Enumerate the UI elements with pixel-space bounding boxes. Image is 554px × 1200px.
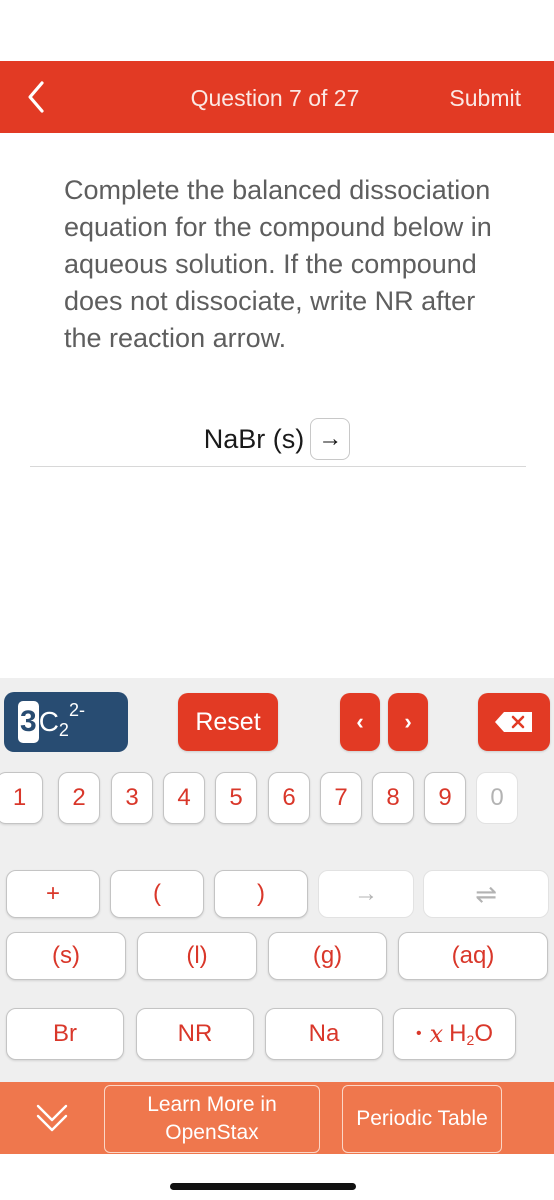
- hydrate-x: x: [429, 1020, 444, 1048]
- key-element-na[interactable]: Na: [265, 1008, 383, 1060]
- key-state-gas[interactable]: (g): [268, 932, 387, 980]
- key-element-br[interactable]: Br: [6, 1008, 124, 1060]
- collapse-keyboard-button[interactable]: [0, 1082, 104, 1154]
- hydrate-o: O: [474, 1020, 493, 1047]
- key-digit-9[interactable]: 9: [424, 772, 466, 824]
- key-open-paren[interactable]: (: [110, 870, 204, 918]
- chemistry-keyboard: 3 C 2 2- Reset ‹ › 1 2 3 4 5 6 7 8 9 0 +…: [0, 678, 554, 1082]
- key-digit-3[interactable]: 3: [111, 772, 153, 824]
- submit-button[interactable]: Submit: [449, 85, 521, 112]
- key-plus[interactable]: +: [6, 870, 100, 918]
- delete-button[interactable]: [478, 693, 550, 751]
- answer-input[interactable]: →: [310, 418, 351, 460]
- learn-more-openstax-button[interactable]: Learn More in OpenStax: [104, 1085, 320, 1153]
- periodic-table-button[interactable]: Periodic Table: [342, 1085, 502, 1153]
- key-state-solid[interactable]: (s): [6, 932, 126, 980]
- hydrate-sub: 2: [466, 1032, 475, 1048]
- key-digit-6[interactable]: 6: [268, 772, 310, 824]
- key-digit-1[interactable]: 1: [0, 772, 43, 824]
- home-indicator[interactable]: [170, 1183, 356, 1190]
- charge-element: C: [38, 706, 59, 737]
- key-nr[interactable]: NR: [136, 1008, 254, 1060]
- key-digit-7[interactable]: 7: [320, 772, 362, 824]
- question-counter-text: Question 7 of 27: [190, 85, 360, 111]
- double-chevron-down-icon: [36, 1104, 68, 1132]
- charge-digit: 3: [18, 701, 39, 743]
- key-digit-8[interactable]: 8: [372, 772, 414, 824]
- key-hydrate[interactable]: • x H 2 O: [393, 1008, 516, 1060]
- charge-preview-button[interactable]: 3 C 2 2-: [4, 692, 128, 752]
- key-state-liquid[interactable]: (l): [137, 932, 257, 980]
- hydrate-h: H: [449, 1020, 467, 1047]
- bottom-toolbar: Learn More in OpenStax Periodic Table: [0, 1082, 554, 1154]
- learn-more-line1: Learn More in: [147, 1093, 277, 1116]
- backspace-icon: [495, 712, 532, 732]
- key-close-paren[interactable]: ): [214, 870, 308, 918]
- header-bar: Question 7 of 27 Submit: [0, 61, 554, 133]
- divider: [30, 466, 526, 467]
- key-digit-4[interactable]: 4: [163, 772, 205, 824]
- charge-superscript: 2-: [68, 699, 85, 720]
- hydrate-dot: •: [416, 1025, 422, 1042]
- charge-subscript: 2: [58, 719, 69, 740]
- key-state-aqueous[interactable]: (aq): [398, 932, 548, 980]
- reset-button[interactable]: Reset: [178, 693, 278, 751]
- cursor-left-button[interactable]: ‹: [340, 693, 380, 751]
- cursor-right-button[interactable]: ›: [388, 693, 428, 751]
- key-digit-2[interactable]: 2: [58, 772, 100, 824]
- key-equilibrium-arrow[interactable]: ⇌: [423, 870, 549, 918]
- key-reaction-arrow[interactable]: →: [318, 870, 414, 918]
- equation: NaBr (s) →: [0, 418, 554, 462]
- learn-more-line2: OpenStax: [165, 1121, 259, 1144]
- reaction-arrow: →: [318, 425, 343, 452]
- equation-reactant: NaBr (s): [203, 423, 305, 454]
- key-digit-5[interactable]: 5: [215, 772, 257, 824]
- key-digit-0[interactable]: 0: [476, 772, 518, 824]
- question-text: Complete the balanced dissociation equat…: [64, 175, 492, 353]
